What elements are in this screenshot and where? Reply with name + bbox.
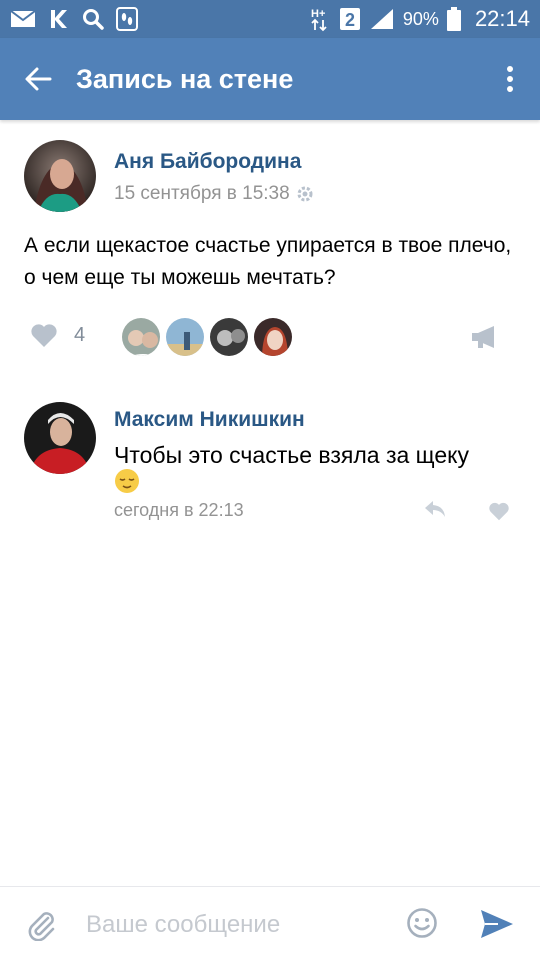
post-date: 15 сентября в 15:38	[114, 183, 314, 205]
comment-text: Чтобы это счастье взяла за щеку	[114, 442, 469, 468]
battery-icon	[446, 7, 461, 31]
clock: 22:14	[474, 6, 530, 31]
comment-author-name[interactable]: Максим Никишкин	[114, 408, 305, 432]
network-type-icon: H+	[309, 7, 331, 32]
post-actions: 4	[24, 316, 516, 358]
post-date-text: 15 сентября в 15:38	[114, 183, 290, 204]
post-header: Аня Байбородина 15 сентября в 15:38	[24, 140, 504, 216]
emoji-button[interactable]	[406, 907, 438, 944]
liker-avatar[interactable]	[120, 316, 162, 358]
status-bar: H+ 2 90% 22:14	[0, 0, 540, 38]
attach-button[interactable]	[26, 909, 56, 946]
smiley-icon	[407, 908, 437, 938]
send-button[interactable]	[480, 909, 514, 944]
heart-icon	[31, 324, 57, 347]
likers-list[interactable]	[120, 316, 296, 358]
post-text: А если щекастое счастье упирается в твое…	[24, 234, 512, 289]
message-input[interactable]	[86, 905, 386, 945]
signal-icon	[369, 7, 395, 31]
sim-slot-label: 2	[345, 10, 355, 30]
heart-icon	[489, 502, 509, 521]
comment-like-button[interactable]	[488, 501, 510, 526]
commenter-avatar[interactable]	[24, 402, 96, 474]
send-icon	[481, 910, 513, 938]
like-count: 4	[74, 323, 86, 346]
megaphone-icon	[472, 326, 494, 348]
back-button[interactable]	[0, 38, 76, 120]
more-vertical-icon	[507, 66, 513, 92]
search-icon	[82, 7, 104, 31]
gear-icon	[297, 186, 313, 202]
battery-percent: 90%	[402, 8, 439, 29]
comment-date: сегодня в 22:13	[114, 500, 244, 520]
post-author-name[interactable]: Аня Байбородина	[114, 150, 301, 174]
sim-slot-icon: 2	[339, 7, 361, 31]
mail-icon	[10, 7, 36, 31]
liker-avatar[interactable]	[252, 316, 294, 358]
author-avatar[interactable]	[24, 140, 96, 212]
steps-icon	[116, 7, 138, 31]
page-title: Запись на стене	[76, 63, 294, 94]
comment-item: Максим Никишкин Чтобы это счастье взяла …	[0, 400, 540, 530]
paperclip-icon	[28, 912, 55, 942]
liker-avatar[interactable]	[164, 316, 206, 358]
relieved-face-emoji-icon	[114, 468, 140, 494]
liker-avatar[interactable]	[208, 316, 250, 358]
message-composer	[0, 886, 540, 960]
vk-icon	[48, 7, 70, 31]
more-options-button[interactable]	[480, 38, 540, 120]
like-button[interactable]: 4	[30, 322, 85, 348]
arrow-left-icon	[25, 67, 52, 91]
share-button[interactable]	[470, 324, 498, 355]
reply-icon	[425, 501, 445, 517]
network-type-label: H+	[311, 8, 325, 20]
reply-button[interactable]	[424, 500, 446, 523]
top-app-bar: Запись на стене	[0, 38, 540, 120]
